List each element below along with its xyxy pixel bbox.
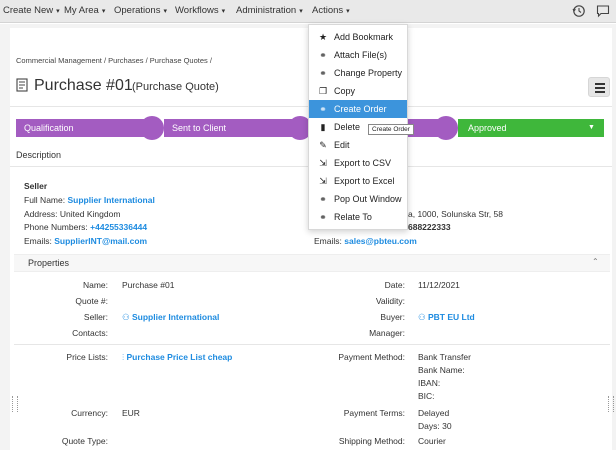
price-list-value[interactable]: ⫶ Purchase Price List cheap (122, 352, 232, 363)
quote-type-label: Quote Type: (61, 436, 108, 446)
quote-number-label: Quote #: (75, 296, 108, 306)
menu-item-edit[interactable]: ✎ Edit (309, 136, 407, 154)
seller-phone: Phone Numbers: +44255336444 (24, 222, 148, 232)
stage-qualification[interactable]: Qualification (16, 119, 156, 137)
seller-full-name: Full Name: Supplier International (24, 195, 155, 205)
stage-marker (434, 116, 458, 140)
menu-item-create-order[interactable]: ⚭ Create Order (309, 100, 407, 118)
attach-icon: ⚭ (319, 50, 327, 60)
chevron-down-icon: ▾ (221, 8, 226, 15)
stage-marker (140, 116, 164, 140)
popout-icon: ⚭ (319, 194, 327, 204)
tooltip: Create Order (368, 124, 414, 135)
menu-item-relate-to[interactable]: ⚭ Relate To (309, 208, 407, 226)
payment-terms-days: Days: 30 (418, 421, 452, 431)
chevron-down-icon: ▾ (163, 8, 167, 15)
shipping-method-value: Courier (418, 436, 446, 446)
bank-name-label: Bank Name: (418, 365, 465, 375)
bic-label: BIC: (418, 391, 435, 401)
seller-address: Address: United Kingdom (24, 209, 121, 219)
export-icon: ⇲ (319, 158, 327, 168)
stage-approved[interactable]: Approved (458, 119, 604, 137)
seller-value[interactable]: ⚇ Supplier International (122, 312, 219, 323)
chevron-down-icon[interactable]: ▼ (588, 119, 595, 137)
trash-icon: ▮ (320, 122, 326, 132)
contacts-label: Contacts: (72, 328, 108, 338)
date-value: 11/12/2021 (418, 280, 460, 290)
buyer-value[interactable]: ⚇ PBT EU Ltd (418, 312, 475, 323)
name-label: Name: (82, 280, 108, 290)
nav-administration[interactable]: Administration ▾ (236, 5, 303, 16)
buyer-label: Buyer: (380, 312, 405, 322)
seller-heading: Seller (24, 181, 48, 191)
buyer-email: Emails: sales@pbteu.com (314, 236, 417, 246)
breadcrumb[interactable]: Commercial Management / Purchases / Purc… (16, 56, 212, 65)
hamburger-menu-button[interactable] (588, 77, 610, 97)
divider (14, 344, 610, 345)
menu-item-export-excel[interactable]: ⇲ Export to Excel (309, 172, 407, 190)
properties-section-header[interactable]: Properties ⌃ (14, 254, 610, 272)
menu-item-attach-files[interactable]: ⚭ Attach File(s) (309, 46, 407, 64)
name-value: Purchase #01 (122, 280, 175, 290)
export-icon: ⇲ (319, 176, 327, 186)
relate-icon: ⚭ (319, 212, 327, 222)
shipping-method-label: Shipping Method: (338, 436, 405, 446)
copy-icon: ❐ (318, 86, 328, 96)
nav-create-new[interactable]: Create New ▾ (3, 5, 60, 16)
validity-label: Validity: (375, 296, 405, 306)
right-resize-handle[interactable] (608, 396, 614, 412)
iban-label: IBAN: (418, 378, 441, 388)
stage-sent-to-client[interactable]: Sent to Client (164, 119, 304, 137)
payment-terms-label: Payment Terms: (343, 408, 405, 418)
menu-item-copy[interactable]: ❐ Copy (309, 82, 407, 100)
currency-label: Currency: (71, 408, 108, 418)
top-nav-bar: Create New ▾ My Area ▾ Operations ▾ Workflo… (0, 0, 616, 23)
history-icon[interactable] (572, 4, 586, 18)
chat-icon[interactable] (596, 4, 610, 18)
page-title: Purchase #01 (34, 77, 133, 94)
contact-icon: ⚇ (418, 312, 426, 322)
buyer-phone[interactable]: 688222333 (408, 222, 451, 232)
seller-label: Seller: (83, 312, 108, 322)
pencil-icon: ✎ (319, 140, 327, 150)
chevron-down-icon: ▾ (56, 8, 60, 15)
payment-method-label: Payment Method: (338, 352, 405, 362)
menu-item-export-csv[interactable]: ⇲ Export to CSV (309, 154, 407, 172)
nav-actions[interactable]: Actions ▾ (312, 5, 350, 16)
description-label: Description (16, 150, 62, 160)
chevron-up-icon[interactable]: ⌃ (592, 257, 599, 266)
order-icon: ⚭ (319, 104, 327, 114)
contact-icon: ⚇ (122, 312, 130, 322)
date-label: Date: (384, 280, 405, 290)
manager-label: Manager: (369, 328, 405, 338)
chevron-down-icon: ▾ (299, 8, 303, 15)
hamburger-icon (595, 83, 605, 85)
price-lists-label: Price Lists: (66, 352, 108, 362)
price-list-icon: ⫶ (122, 352, 125, 362)
menu-item-add-bookmark[interactable]: ★ Add Bookmark (309, 28, 407, 46)
nav-operations[interactable]: Operations ▾ (114, 5, 167, 16)
page-subtitle: (Purchase Quote) (132, 81, 219, 93)
payment-method-value: Bank Transfer (418, 352, 471, 362)
seller-email: Emails: SupplierINT@mail.com (24, 236, 148, 246)
chevron-down-icon: ▾ (346, 8, 350, 15)
currency-value: EUR (122, 408, 140, 418)
menu-item-pop-out-window[interactable]: ⚭ Pop Out Window (309, 190, 407, 208)
nav-workflows[interactable]: Workflows ▾ (175, 5, 225, 16)
nav-my-area[interactable]: My Area ▾ (64, 5, 105, 16)
document-icon (16, 78, 28, 92)
buyer-address: a, 1000, Solunska Str, 58 (408, 209, 503, 219)
star-icon: ★ (318, 32, 328, 42)
property-icon: ⚭ (319, 68, 327, 78)
menu-item-change-property[interactable]: ⚭ Change Property (309, 64, 407, 82)
payment-terms-value: Delayed (418, 408, 450, 418)
chevron-down-icon: ▾ (101, 8, 106, 15)
